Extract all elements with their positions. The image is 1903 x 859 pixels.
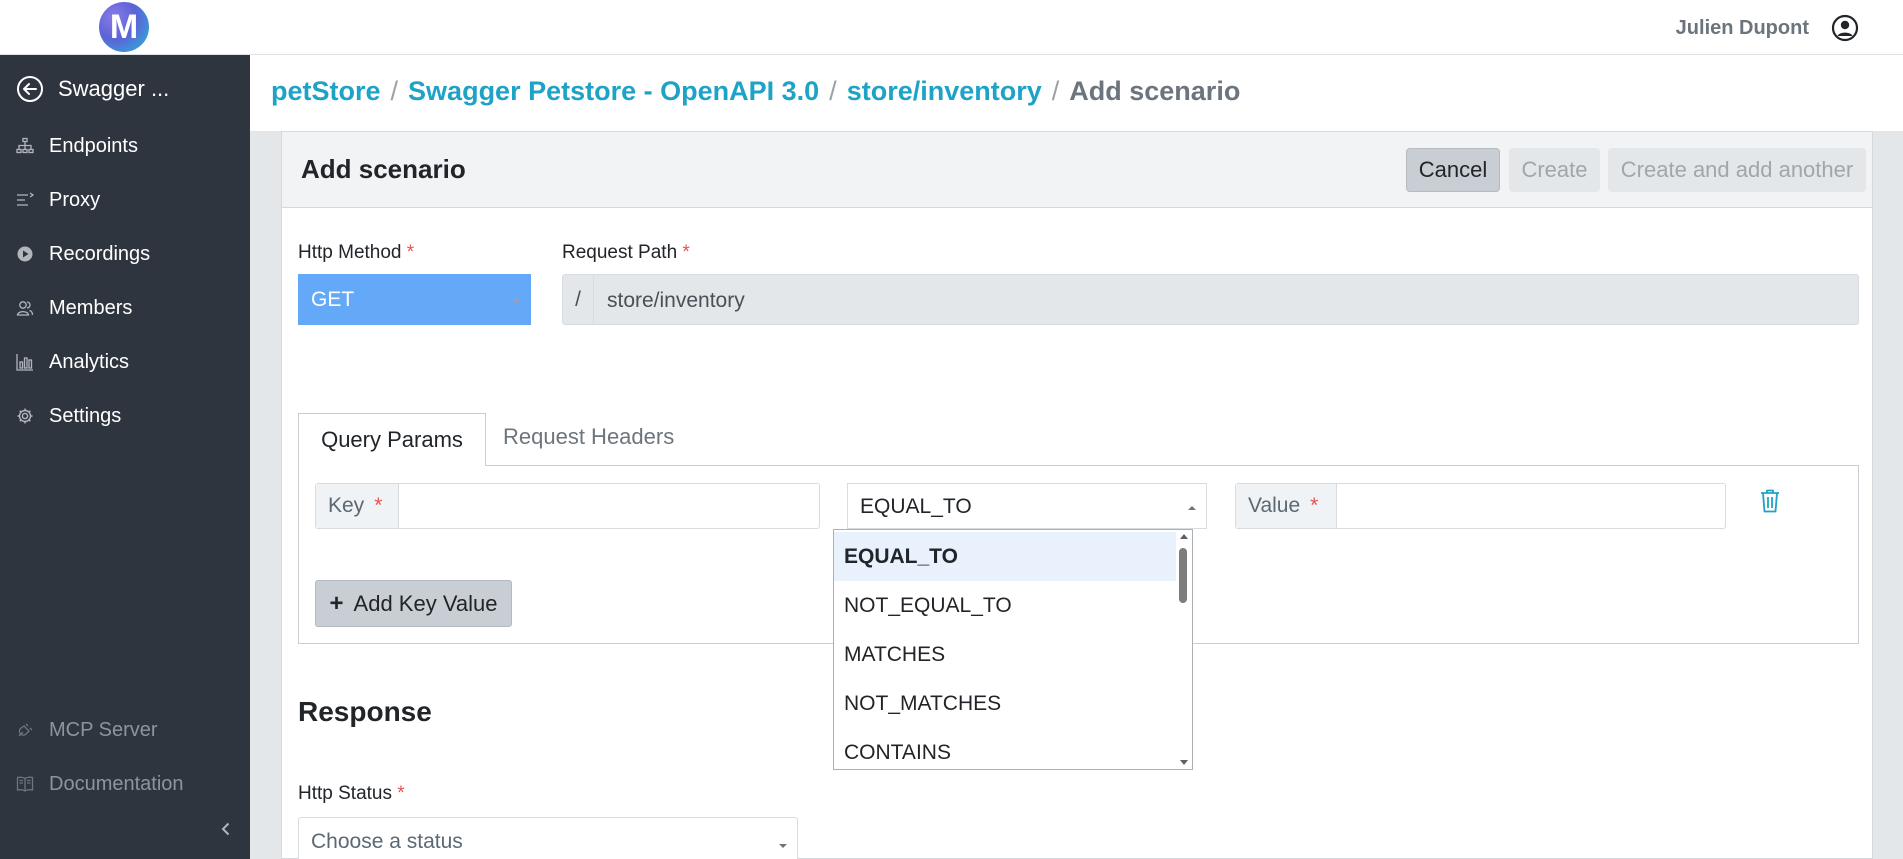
breadcrumb-item-api[interactable]: Swagger Petstore - OpenAPI 3.0 (408, 76, 819, 107)
sidebar-item-label: Members (49, 296, 133, 319)
sidebar-item-members[interactable]: Members (16, 293, 132, 323)
dropdown-option-not-matches[interactable]: NOT_MATCHES (834, 679, 1177, 728)
value-label: Value * (1236, 484, 1337, 528)
sidebar-item-endpoints[interactable]: Endpoints (16, 131, 138, 161)
request-path-label: Request Path * (562, 242, 690, 264)
path-prefix: / (563, 275, 594, 324)
card-header: Add scenario Cancel Create Create and ad… (282, 132, 1872, 208)
key-label: Key * (316, 484, 399, 528)
create-button[interactable]: Create (1509, 148, 1600, 192)
dropdown-scrollbar[interactable] (1176, 530, 1192, 769)
sidebar-item-label: Analytics (49, 350, 130, 373)
breadcrumb-separator: / (390, 76, 399, 106)
breadcrumb-item-endpoint[interactable]: store/inventory (847, 76, 1042, 107)
play-circle-icon (17, 246, 33, 262)
label-text: Key (328, 494, 365, 517)
dropdown-option-matches[interactable]: MATCHES (834, 630, 1177, 679)
book-icon (16, 776, 34, 792)
scroll-thumb[interactable] (1179, 548, 1187, 603)
placeholder-text: Choose a status (311, 830, 463, 853)
button-label: Add Key Value (353, 590, 498, 616)
required-mark: * (1310, 494, 1319, 517)
selected-value: EQUAL_TO (860, 495, 972, 518)
proxy-icon (17, 192, 34, 206)
sidebar-item-analytics[interactable]: Analytics (16, 347, 129, 377)
brand-logo[interactable]: M (99, 2, 149, 52)
cancel-button[interactable]: Cancel (1406, 148, 1500, 192)
selected-value: GET (311, 288, 355, 311)
request-path-value: store/inventory (607, 289, 745, 312)
arrow-left-circle-icon (17, 76, 43, 102)
sidebar-item-label: MCP Server (49, 718, 158, 741)
request-path-field: / store/inventory (562, 274, 1859, 325)
chevron-left-icon[interactable] (218, 821, 234, 837)
label-text: Request Path (562, 242, 678, 263)
create-and-add-another-button[interactable]: Create and add another (1608, 148, 1866, 192)
dropdown-option-contains[interactable]: CONTAINS (834, 728, 1177, 777)
sidebar-item-settings[interactable]: Settings (16, 401, 121, 431)
dropdown-option-not-equal-to[interactable]: NOT_EQUAL_TO (834, 581, 1177, 630)
sidebar: Swagger ... Endpoints Proxy Recordings M… (0, 55, 250, 859)
sidebar-item-mcp-server[interactable]: MCP Server (16, 715, 158, 745)
caret-down-icon (512, 299, 520, 303)
key-field[interactable]: Key * (315, 483, 820, 529)
sidebar-item-label: Endpoints (49, 134, 138, 157)
required-mark: * (682, 242, 690, 263)
card-title: Add scenario (301, 154, 466, 184)
sidebar-item-label: Documentation (49, 772, 184, 795)
sidebar-item-label: Proxy (49, 188, 101, 211)
sidebar-item-label: Settings (49, 404, 122, 427)
users-icon (16, 301, 34, 316)
sitemap-icon (16, 137, 34, 154)
label-text: Http Status (298, 783, 392, 804)
http-method-select[interactable]: GET (298, 274, 531, 325)
user-account-icon[interactable] (1831, 14, 1859, 42)
required-mark: * (397, 783, 405, 804)
breadcrumb-separator: / (1051, 76, 1060, 106)
http-status-select[interactable]: Choose a status (298, 817, 798, 859)
plus-icon: + (329, 589, 344, 617)
breadcrumb-current: Add scenario (1069, 76, 1241, 106)
user-name[interactable]: Julien Dupont (1676, 17, 1809, 40)
plug-icon (18, 723, 33, 737)
breadcrumb-separator: / (829, 76, 837, 106)
scroll-up-icon[interactable] (1180, 534, 1188, 539)
caret-down-icon (779, 844, 787, 848)
sidebar-item-recordings[interactable]: Recordings (16, 239, 150, 269)
operator-dropdown-list: EQUAL_TO NOT_EQUAL_TO MATCHES NOT_MATCHE… (833, 529, 1193, 770)
sidebar-item-label: Recordings (49, 242, 151, 265)
label-text: Http Method (298, 242, 402, 263)
back-to-project[interactable]: Swagger ... (16, 71, 169, 107)
operator-select[interactable]: EQUAL_TO (847, 483, 1207, 529)
label-text: Value (1248, 494, 1301, 517)
http-method-label: Http Method * (298, 242, 414, 264)
tab-query-params[interactable]: Query Params (298, 413, 486, 466)
dropdown-option-equal-to[interactable]: EQUAL_TO (834, 532, 1177, 581)
required-mark: * (406, 242, 415, 263)
add-key-value-button[interactable]: + Add Key Value (315, 580, 512, 627)
scroll-down-icon[interactable] (1180, 760, 1188, 765)
value-field[interactable]: Value * (1235, 483, 1726, 529)
gear-icon (17, 408, 33, 424)
breadcrumb: petStore / Swagger Petstore - OpenAPI 3.… (271, 76, 1240, 107)
trash-icon[interactable] (1759, 488, 1781, 514)
required-mark: * (374, 494, 383, 517)
response-heading: Response (298, 696, 432, 727)
tab-request-headers[interactable]: Request Headers (503, 424, 674, 450)
breadcrumb-item-project[interactable]: petStore (271, 76, 381, 107)
sidebar-item-documentation[interactable]: Documentation (16, 769, 184, 799)
http-status-label: Http Status * (298, 783, 405, 805)
chart-icon (16, 354, 33, 371)
top-bar: M Julien Dupont (0, 0, 1903, 55)
project-name: Swagger ... (58, 76, 170, 101)
logo-letter: M (109, 7, 139, 46)
sidebar-item-proxy[interactable]: Proxy (16, 185, 100, 215)
caret-up-icon (1188, 506, 1196, 510)
